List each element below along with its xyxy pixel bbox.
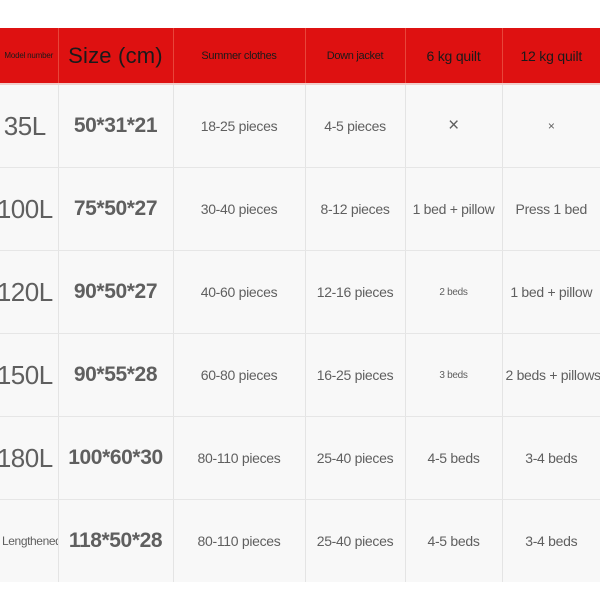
cell-12kg-quilt: 1 bed + pillow bbox=[502, 250, 600, 334]
column-header-12kg-quilt: 12 kg quilt bbox=[502, 28, 600, 85]
cell-down-jacket: 16-25 pieces bbox=[305, 333, 406, 417]
cell-12kg-quilt: 3-4 beds bbox=[502, 416, 600, 500]
cell-summer-clothes: 40-60 pieces bbox=[173, 250, 306, 334]
size-spec-table: Model number Size (cm) Summer clothes Do… bbox=[0, 28, 600, 582]
table-header: Model number Size (cm) Summer clothes Do… bbox=[0, 28, 600, 85]
column-header-6kg-quilt: 6 kg quilt bbox=[405, 28, 503, 85]
cell-summer-clothes: 30-40 pieces bbox=[173, 167, 306, 251]
cell-model-number: 150L bbox=[0, 333, 59, 417]
cell-size: 90*50*27 bbox=[58, 250, 174, 334]
cell-model-number: 180L bbox=[0, 416, 59, 500]
product-size-chart: Model number Size (cm) Summer clothes Do… bbox=[0, 0, 600, 600]
cell-down-jacket: 12-16 pieces bbox=[305, 250, 406, 334]
table-row: 180L 100*60*30 80-110 pieces 25-40 piece… bbox=[0, 416, 600, 500]
table-row: 150L 90*55*28 60-80 pieces 16-25 pieces … bbox=[0, 333, 600, 417]
cell-6kg-quilt: 4-5 beds bbox=[405, 499, 503, 582]
cell-model-number: 100L bbox=[0, 167, 59, 251]
cell-6kg-quilt: 1 bed + pillow bbox=[405, 167, 503, 251]
cell-summer-clothes: 18-25 pieces bbox=[173, 84, 306, 168]
cell-size: 118*50*28 bbox=[58, 499, 174, 582]
cell-down-jacket: 25-40 pieces bbox=[305, 416, 406, 500]
cell-summer-clothes: 80-110 pieces bbox=[173, 416, 306, 500]
cell-12kg-quilt: 2 beds + pillows bbox=[502, 333, 600, 417]
table-header-row: Model number Size (cm) Summer clothes Do… bbox=[0, 28, 600, 85]
cell-summer-clothes: 60-80 pieces bbox=[173, 333, 306, 417]
cell-size: 100*60*30 bbox=[58, 416, 174, 500]
cell-12kg-quilt: 3-4 beds bbox=[502, 499, 600, 582]
cell-6kg-quilt: 4-5 beds bbox=[405, 416, 503, 500]
column-header-size: Size (cm) bbox=[58, 28, 174, 85]
table-row: 35L 50*31*21 18-25 pieces 4-5 pieces × × bbox=[0, 84, 600, 168]
table-row: Lengthened 118*50*28 80-110 pieces 25-40… bbox=[0, 499, 600, 582]
cell-model-number: Lengthened bbox=[0, 499, 59, 582]
cell-6kg-quilt: 3 beds bbox=[405, 333, 503, 417]
cell-size: 50*31*21 bbox=[58, 84, 174, 168]
cell-model-number: 120L bbox=[0, 250, 59, 334]
column-header-model-number: Model number bbox=[0, 28, 59, 85]
column-header-summer-clothes: Summer clothes bbox=[173, 28, 306, 85]
cell-down-jacket: 4-5 pieces bbox=[305, 84, 406, 168]
cell-size: 75*50*27 bbox=[58, 167, 174, 251]
cell-6kg-quilt: 2 beds bbox=[405, 250, 503, 334]
table-row: 100L 75*50*27 30-40 pieces 8-12 pieces 1… bbox=[0, 167, 600, 251]
cell-6kg-quilt: × bbox=[405, 84, 503, 168]
column-header-down-jacket: Down jacket bbox=[305, 28, 406, 85]
table-body: 35L 50*31*21 18-25 pieces 4-5 pieces × ×… bbox=[0, 84, 600, 582]
cell-down-jacket: 8-12 pieces bbox=[305, 167, 406, 251]
cell-down-jacket: 25-40 pieces bbox=[305, 499, 406, 582]
cell-size: 90*55*28 bbox=[58, 333, 174, 417]
cell-summer-clothes: 80-110 pieces bbox=[173, 499, 306, 582]
table-row: 120L 90*50*27 40-60 pieces 12-16 pieces … bbox=[0, 250, 600, 334]
cell-12kg-quilt: × bbox=[502, 84, 600, 168]
cell-model-number: 35L bbox=[0, 84, 59, 168]
cell-12kg-quilt: Press 1 bed bbox=[502, 167, 600, 251]
